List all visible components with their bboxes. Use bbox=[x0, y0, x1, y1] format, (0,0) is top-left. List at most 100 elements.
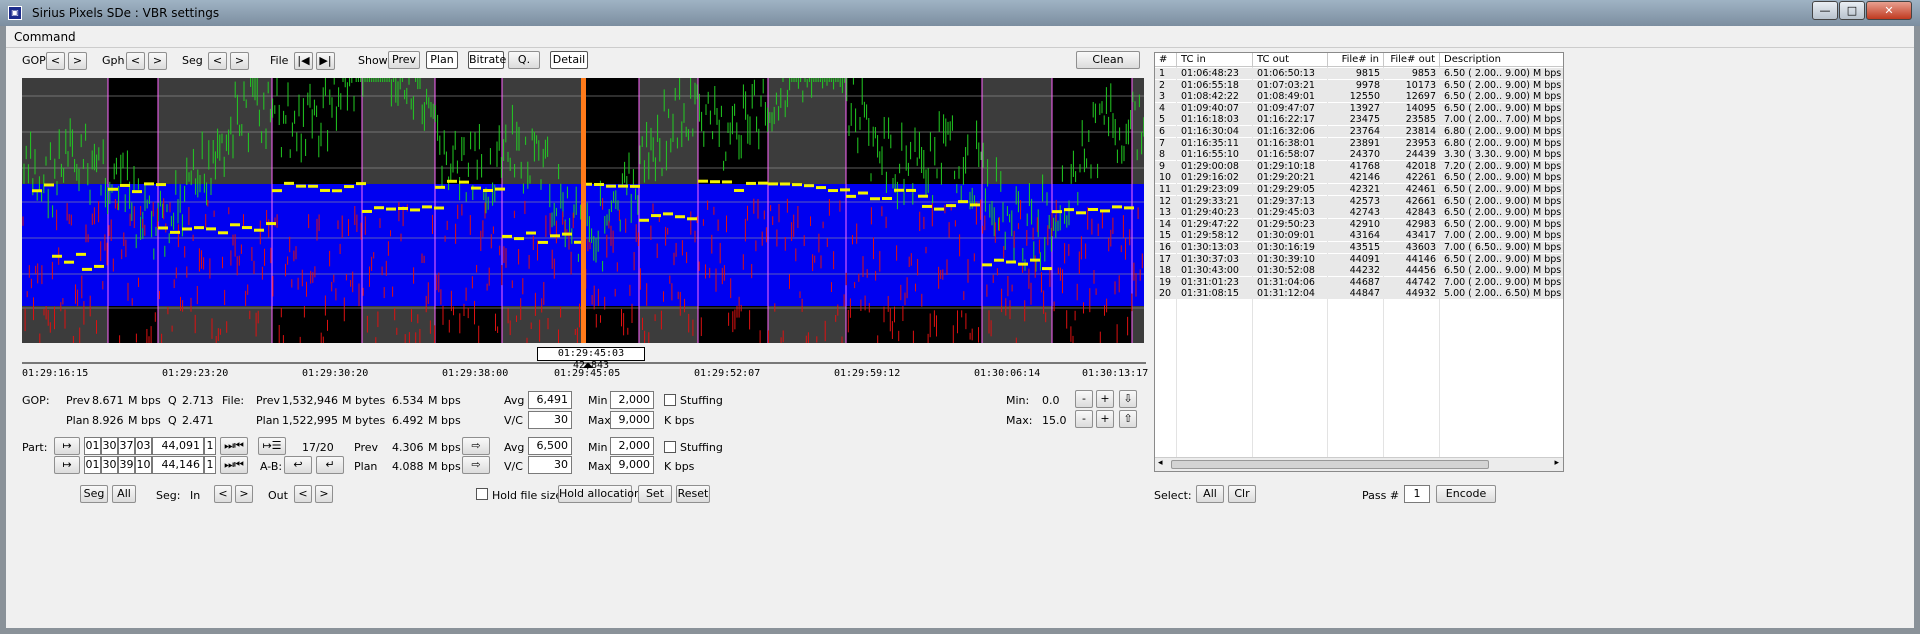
table-row[interactable]: 2 01:06:55:18 01:07:03:21 9978 10173 6.50 ( 2… bbox=[1155, 79, 1563, 91]
close-button[interactable]: ✕ bbox=[1866, 1, 1912, 20]
column-header-tc-out[interactable]: TC out bbox=[1253, 53, 1328, 67]
part-out-frames[interactable]: 10 bbox=[135, 456, 152, 474]
gop-vc-field[interactable]: 30 bbox=[528, 411, 572, 429]
show-detail-toggle[interactable]: Detail bbox=[550, 51, 588, 69]
timeline-ruler[interactable]: 01:29:45:03 42,843 01:29:16:15 01:29:23:… bbox=[22, 347, 1148, 381]
show-bitrate-toggle[interactable]: Bitrate bbox=[468, 51, 506, 69]
app-logo-icon[interactable]: ▣ bbox=[8, 6, 22, 20]
table-row[interactable]: 10 01:29:16:02 01:29:20:21 42146 42261 6.50 (… bbox=[1155, 172, 1563, 184]
table-row[interactable]: 13 01:29:40:23 01:29:45:03 42743 42843 6.50 (… bbox=[1155, 207, 1563, 219]
scale-min-decrease-button[interactable]: - bbox=[1075, 390, 1093, 408]
in-prev-button[interactable]: < bbox=[214, 485, 232, 503]
horizontal-scrollbar[interactable]: ◂ ▸ bbox=[1155, 457, 1563, 471]
ab-set-b-icon[interactable]: ↵ bbox=[316, 456, 344, 474]
gop-next-button[interactable]: > bbox=[68, 52, 87, 70]
table-row[interactable]: 5 01:16:18:03 01:16:22:17 23475 23585 7.00 ( … bbox=[1155, 114, 1563, 126]
part-in-seconds[interactable]: 37 bbox=[118, 437, 135, 455]
minimize-button[interactable]: — bbox=[1812, 1, 1838, 20]
part-out-frame-number[interactable]: 44,146 bbox=[152, 456, 204, 474]
seg-prev-button[interactable]: < bbox=[208, 52, 227, 70]
all-button[interactable]: All bbox=[112, 485, 136, 503]
table-row[interactable]: 9 01:29:00:08 01:29:10:18 41768 42018 7.20 ( … bbox=[1155, 160, 1563, 172]
table-row[interactable]: 19 01:31:01:23 01:31:04:06 44687 44742 7.00 (… bbox=[1155, 276, 1563, 288]
part-stuffing-checkbox[interactable] bbox=[664, 441, 676, 453]
table-row[interactable]: 18 01:30:43:00 01:30:52:08 44232 44456 6.50 (… bbox=[1155, 265, 1563, 277]
pass-number-field[interactable]: 1 bbox=[1404, 485, 1430, 503]
hold-file-size-checkbox[interactable] bbox=[476, 488, 488, 500]
part-out-skip-icon[interactable]: ⏭⏮ bbox=[220, 456, 248, 474]
scale-down-icon[interactable]: ⇩ bbox=[1119, 390, 1137, 408]
menu-command[interactable]: Command bbox=[14, 30, 76, 44]
ab-set-a-icon[interactable]: ↩ bbox=[284, 456, 312, 474]
gop-min-field[interactable]: 2,000 bbox=[610, 391, 654, 409]
part-apply-plan-icon[interactable]: ⇨ bbox=[462, 456, 490, 474]
table-row[interactable]: 6 01:16:30:04 01:16:32:06 23764 23814 6.80 ( … bbox=[1155, 126, 1563, 137]
in-next-button[interactable]: > bbox=[235, 485, 253, 503]
part-in-goto-icon[interactable]: ↦ bbox=[54, 437, 80, 455]
column-header-file-out[interactable]: File# out bbox=[1384, 53, 1440, 67]
maximize-button[interactable]: □ bbox=[1839, 1, 1865, 20]
part-max-field[interactable]: 9,000 bbox=[610, 456, 654, 474]
scale-max-decrease-button[interactable]: - bbox=[1075, 410, 1093, 428]
select-all-button[interactable]: All bbox=[1196, 485, 1224, 503]
part-in-frame-number[interactable]: 44,091 bbox=[152, 437, 204, 455]
set-button[interactable]: Set bbox=[638, 485, 672, 503]
part-min-field[interactable]: 2,000 bbox=[610, 437, 654, 455]
column-header-num[interactable]: # bbox=[1155, 53, 1177, 67]
part-out-minutes[interactable]: 30 bbox=[101, 456, 118, 474]
show-plan-toggle[interactable]: Plan bbox=[426, 51, 458, 69]
hold-allocation-button[interactable]: Hold allocation bbox=[558, 485, 641, 503]
column-header-description[interactable]: Description bbox=[1440, 53, 1563, 67]
table-row[interactable]: 4 01:09:40:07 01:09:47:07 13927 14095 6.50 ( … bbox=[1155, 102, 1563, 114]
gop-max-field[interactable]: 9,000 bbox=[610, 411, 654, 429]
gph-prev-button[interactable]: < bbox=[126, 52, 145, 70]
part-in-frames[interactable]: 03 bbox=[135, 437, 152, 455]
table-row[interactable]: 3 01:08:42:22 01:08:49:01 12550 12697 6.50 ( … bbox=[1155, 91, 1563, 103]
table-row[interactable]: 1 01:06:48:23 01:06:50:13 9815 9853 6.50 ( 2.… bbox=[1155, 68, 1563, 79]
table-row[interactable]: 17 01:30:37:03 01:30:39:10 44091 44146 6.50 (… bbox=[1155, 253, 1563, 265]
part-out-goto-icon[interactable]: ↦ bbox=[54, 456, 80, 474]
table-row[interactable]: 11 01:29:23:09 01:29:29:05 42321 42461 6.50 (… bbox=[1155, 184, 1563, 195]
part-in-minutes[interactable]: 30 bbox=[101, 437, 118, 455]
table-row[interactable]: 15 01:29:58:12 01:30:09:01 43164 43417 7.00 (… bbox=[1155, 230, 1563, 242]
show-q-button[interactable]: Q. bbox=[508, 51, 540, 69]
part-apply-prev-icon[interactable]: ⇨ bbox=[462, 437, 490, 455]
table-row[interactable]: 20 01:31:08:15 01:31:12:04 44847 44932 5.00 (… bbox=[1155, 288, 1563, 300]
scale-max-increase-button[interactable]: + bbox=[1096, 410, 1114, 428]
reset-button[interactable]: Reset bbox=[676, 485, 710, 503]
out-prev-button[interactable]: < bbox=[294, 485, 312, 503]
gop-avg-field[interactable]: 6,491 bbox=[528, 391, 572, 409]
seg-button[interactable]: Seg bbox=[80, 485, 108, 503]
scroll-right-icon[interactable]: ▸ bbox=[1554, 458, 1559, 468]
part-list-icon[interactable]: ↦☰ bbox=[258, 437, 286, 455]
scale-up-icon[interactable]: ⇧ bbox=[1119, 410, 1137, 428]
column-header-tc-in[interactable]: TC in bbox=[1177, 53, 1253, 67]
table-row[interactable]: 16 01:30:13:03 01:30:16:19 43515 43603 7.00 (… bbox=[1155, 242, 1563, 253]
clean-button[interactable]: Clean bbox=[1076, 51, 1140, 69]
show-prev-button[interactable]: Prev bbox=[388, 51, 420, 69]
out-next-button[interactable]: > bbox=[315, 485, 333, 503]
column-header-file-in[interactable]: File# in bbox=[1328, 53, 1384, 67]
part-out-seconds[interactable]: 39 bbox=[118, 456, 135, 474]
scroll-left-icon[interactable]: ◂ bbox=[1158, 458, 1163, 468]
table-row[interactable]: 14 01:29:47:22 01:29:50:23 42910 42983 6.50 (… bbox=[1155, 218, 1563, 230]
part-in-file[interactable]: 1 bbox=[204, 437, 216, 455]
part-out-hours[interactable]: 01 bbox=[84, 456, 101, 474]
table-row[interactable]: 12 01:29:33:21 01:29:37:13 42573 42661 6.50 (… bbox=[1155, 195, 1563, 207]
encode-button[interactable]: Encode bbox=[1436, 485, 1496, 503]
segment-table[interactable]: # TC in TC out File# in File# out Descri… bbox=[1154, 52, 1564, 472]
bitrate-plot[interactable] bbox=[22, 78, 1144, 343]
table-row[interactable]: 7 01:16:35:11 01:16:38:01 23891 23953 6.80 ( … bbox=[1155, 137, 1563, 149]
gph-next-button[interactable]: > bbox=[148, 52, 167, 70]
file-first-button[interactable]: |◀ bbox=[294, 52, 313, 70]
scale-min-increase-button[interactable]: + bbox=[1096, 390, 1114, 408]
gop-stuffing-checkbox[interactable] bbox=[664, 394, 676, 406]
table-row[interactable]: 8 01:16:55:10 01:16:58:07 24370 24439 3.30 ( … bbox=[1155, 149, 1563, 161]
part-avg-field[interactable]: 6,500 bbox=[528, 437, 572, 455]
part-in-hours[interactable]: 01 bbox=[84, 437, 101, 455]
scroll-thumb[interactable] bbox=[1171, 460, 1489, 469]
gop-prev-button[interactable]: < bbox=[46, 52, 65, 70]
file-last-button[interactable]: ▶| bbox=[316, 52, 335, 70]
part-vc-field[interactable]: 30 bbox=[528, 456, 572, 474]
seg-next-button[interactable]: > bbox=[230, 52, 249, 70]
